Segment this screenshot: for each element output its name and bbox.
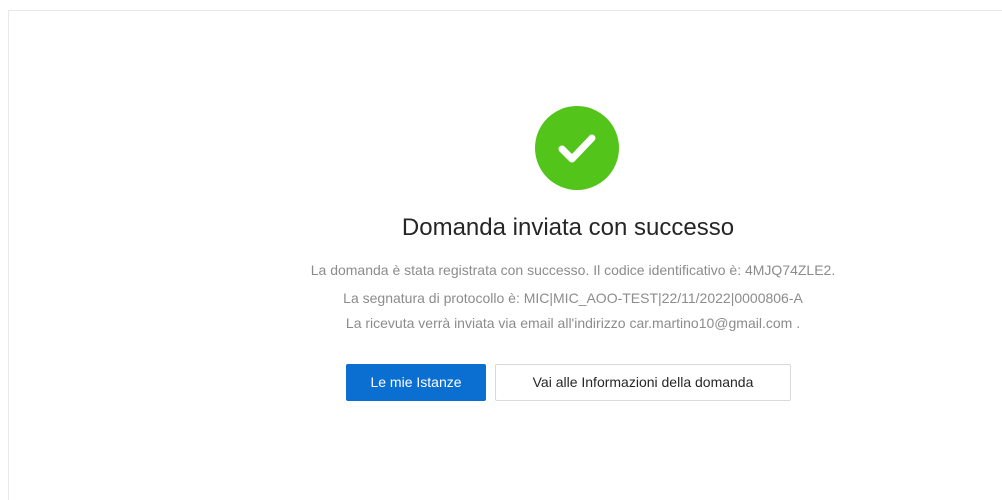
application-info-button[interactable]: Vai alle Informazioni della domanda xyxy=(495,364,791,401)
result-message-code: La domanda è stata registrata con succes… xyxy=(310,262,836,278)
result-message-protocol: La segnatura di protocollo è: MIC|MIC_AO… xyxy=(343,290,803,306)
check-circle-icon xyxy=(535,106,619,190)
result-title: Domanda inviata con successo xyxy=(401,214,735,241)
result-message-email: La ricevuta verrà inviata via email all'… xyxy=(345,315,801,331)
result-card xyxy=(8,10,1002,500)
my-applications-button[interactable]: Le mie Istanze xyxy=(346,364,486,401)
checkmark-icon xyxy=(558,134,596,163)
